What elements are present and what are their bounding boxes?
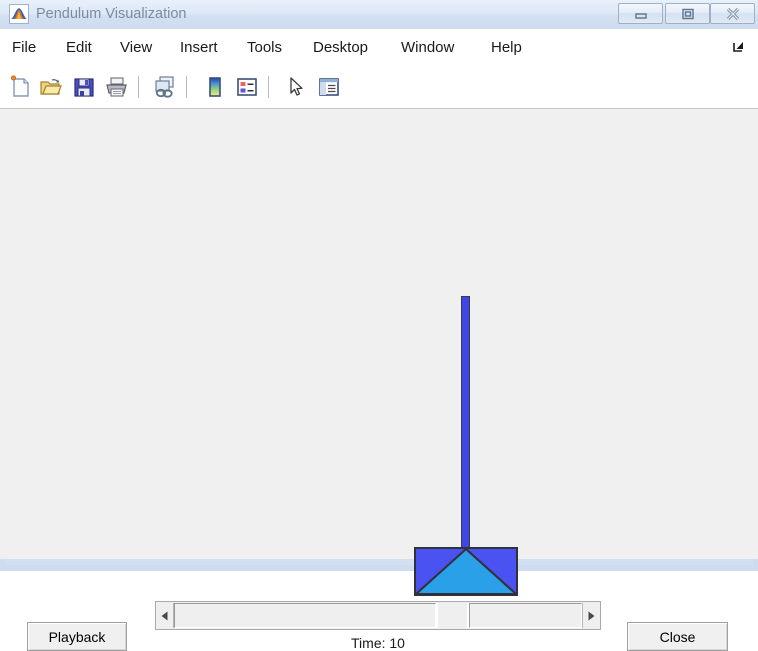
pendulum-rod: [461, 296, 470, 553]
toolbar-separator: [186, 76, 187, 98]
menu-item-window[interactable]: Window: [395, 29, 460, 66]
print-figure-icon[interactable]: [104, 74, 130, 100]
insert-legend-icon[interactable]: [234, 74, 260, 100]
title-bar: Pendulum Visualization: [0, 0, 758, 29]
slider-track-left[interactable]: [174, 603, 436, 628]
triangle-right-icon[interactable]: [582, 603, 599, 628]
window-title: Pendulum Visualization: [36, 6, 187, 22]
menu-item-desktop[interactable]: Desktop: [307, 29, 374, 66]
property-inspector-icon[interactable]: [316, 74, 342, 100]
playback-button[interactable]: Playback: [27, 622, 127, 651]
open-file-icon[interactable]: [38, 74, 64, 100]
menu-item-file[interactable]: File: [6, 29, 42, 66]
slider-thumb[interactable]: [436, 603, 469, 628]
menu-item-edit[interactable]: Edit: [60, 29, 98, 66]
matlab-membrane-icon: [9, 4, 29, 24]
slider-trough[interactable]: [174, 603, 582, 628]
menu-item-tools[interactable]: Tools: [241, 29, 288, 66]
menu-bar: File Edit View Insert Tools Desktop Wind…: [0, 29, 758, 66]
pendulum-cart: [414, 547, 518, 596]
link-plot-icon[interactable]: [152, 74, 178, 100]
close-button[interactable]: Close: [627, 622, 728, 651]
save-figure-icon[interactable]: [71, 74, 97, 100]
menu-item-help[interactable]: Help: [485, 29, 528, 66]
edit-plot-icon[interactable]: [283, 74, 309, 100]
menu-item-insert[interactable]: Insert: [174, 29, 224, 66]
close-window-button[interactable]: [710, 3, 755, 24]
cart-triangle-icon: [416, 549, 516, 594]
menu-item-view[interactable]: View: [114, 29, 158, 66]
figure-canvas[interactable]: Playback Close Time: 10: [0, 109, 758, 651]
undock-arrow-icon[interactable]: [732, 40, 746, 54]
minimize-button[interactable]: [618, 3, 663, 24]
toolbar-separator: [138, 76, 139, 98]
slider-track-right[interactable]: [469, 603, 582, 628]
time-slider[interactable]: [155, 601, 601, 630]
maximize-button[interactable]: [665, 3, 710, 24]
toolbar-separator: [268, 76, 269, 98]
insert-colorbar-icon[interactable]: [202, 74, 228, 100]
new-figure-icon[interactable]: [8, 74, 34, 100]
time-label: Time: 10: [351, 635, 405, 651]
figure-window: Pendulum Visualization File Edit View In…: [0, 0, 758, 651]
triangle-left-icon[interactable]: [157, 603, 174, 628]
toolbar: [0, 66, 758, 109]
